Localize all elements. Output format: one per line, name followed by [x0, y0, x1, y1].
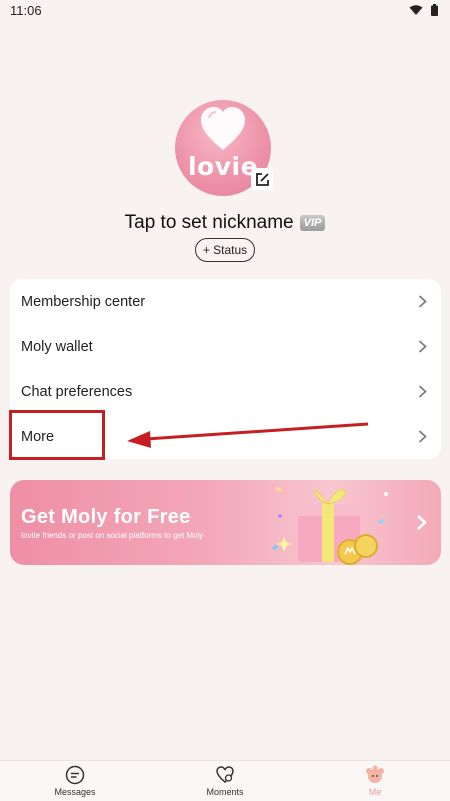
- vip-badge: VIP: [299, 215, 326, 231]
- status-bar: 11:06: [0, 0, 450, 20]
- menu-item-label: Membership center: [21, 293, 146, 310]
- tab-label: Messages: [54, 787, 96, 797]
- banner-subtitle: Invite friends or post on social platfor…: [21, 531, 204, 540]
- nickname-label[interactable]: Tap to set nickname: [125, 212, 294, 234]
- menu-item-label: Chat preferences: [21, 383, 133, 400]
- tab-messages[interactable]: Messages: [0, 761, 150, 801]
- chevron-right-icon: [418, 340, 427, 353]
- edit-icon: [255, 172, 269, 186]
- gift-icon: [272, 487, 388, 565]
- messages-icon: [65, 765, 85, 785]
- nickname-row[interactable]: Tap to set nickname VIP: [0, 212, 450, 234]
- chevron-right-icon: [418, 385, 427, 398]
- add-status-button[interactable]: + Status: [195, 238, 255, 262]
- edit-avatar-button[interactable]: [251, 168, 273, 190]
- menu-item-membership-center[interactable]: Membership center: [10, 279, 441, 324]
- me-paw-icon: [366, 765, 384, 783]
- battery-icon: [431, 4, 438, 16]
- menu-item-label: Moly wallet: [21, 338, 93, 355]
- tab-moments[interactable]: Moments: [150, 761, 300, 801]
- tab-label: Moments: [206, 787, 244, 797]
- moments-icon: [216, 766, 234, 783]
- tab-me[interactable]: Me: [300, 761, 450, 801]
- status-icons: [409, 4, 438, 16]
- tab-label: Me: [368, 787, 382, 797]
- banner-chevron-right-icon: [417, 515, 427, 530]
- bottom-nav: Messages Moments Me: [0, 760, 450, 801]
- menu-item-chat-preferences[interactable]: Chat preferences: [10, 369, 441, 414]
- heart-icon: [201, 107, 245, 150]
- highlight-box: [9, 410, 105, 460]
- status-time: 11:06: [10, 2, 42, 18]
- chevron-right-icon: [418, 295, 427, 308]
- menu-item-moly-wallet[interactable]: Moly wallet: [10, 324, 441, 369]
- wifi-icon: [409, 4, 423, 15]
- banner-title: Get Moly for Free: [21, 506, 191, 528]
- chevron-right-icon: [418, 430, 427, 443]
- get-moly-banner[interactable]: Get Moly for Free Invite friends or post…: [10, 480, 441, 565]
